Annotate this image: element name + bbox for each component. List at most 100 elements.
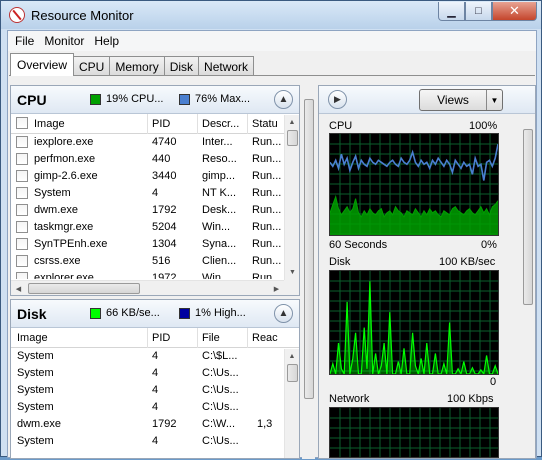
cpu-collapse-icon[interactable]: ▲ [274, 90, 293, 109]
disk-section: Disk 66 KB/se... 1% High... ▲ Image PID … [10, 299, 300, 459]
table-cell: Run... [252, 187, 282, 199]
maximize-button[interactable]: □ [465, 2, 492, 21]
process-checkbox[interactable] [16, 136, 28, 148]
column-divider[interactable] [197, 328, 198, 348]
column-divider[interactable] [147, 114, 148, 134]
table-cell: C:\W... [202, 418, 235, 430]
table-row[interactable]: dwm.exe 1792 C:\W... 1,3 [11, 416, 299, 433]
tab-memory[interactable]: Memory [109, 56, 165, 76]
graph-pane-scrollbar[interactable] [522, 115, 535, 458]
cpu-col-image[interactable]: Image [34, 118, 144, 130]
table-cell: 4 [152, 384, 159, 396]
network-graph-label: Network [329, 393, 370, 405]
scroll-down-arrow-icon[interactable]: ▼ [285, 265, 300, 280]
disk-col-image[interactable]: Image [17, 332, 137, 344]
left-pane-scrollbar[interactable] [302, 85, 315, 459]
table-row[interactable]: System 4 C:\Us... [11, 433, 299, 450]
scroll-left-arrow-icon[interactable]: ◀ [11, 281, 26, 296]
cpu-graph-time-label: 60 Seconds [329, 239, 388, 251]
process-checkbox[interactable] [16, 272, 28, 279]
scroll-thumb[interactable] [304, 99, 314, 399]
table-row[interactable]: System 4 C:\$L... [11, 348, 299, 365]
table-row[interactable]: csrss.exe 516 Clien... Run... [11, 253, 299, 270]
disk-column-headers: Image PID File Reac [11, 328, 299, 348]
cpu-col-status[interactable]: Statu [252, 118, 282, 130]
views-dropdown-button[interactable]: Views ▼ [419, 89, 503, 111]
series-area [330, 196, 498, 235]
chevron-down-icon: ▼ [486, 90, 502, 110]
cpu-col-description[interactable]: Descr... [202, 118, 244, 130]
disk-collapse-icon[interactable]: ▲ [274, 304, 293, 323]
table-row[interactable]: explorer.exe 1972 Win... Run... [11, 270, 299, 279]
process-checkbox[interactable] [16, 187, 28, 199]
series-area [330, 281, 498, 374]
tab-network[interactable]: Network [198, 56, 255, 76]
disk-col-pid[interactable]: PID [152, 332, 192, 344]
table-cell: perfmon.exe [34, 153, 96, 165]
table-cell: System [17, 435, 54, 447]
column-divider[interactable] [247, 114, 248, 134]
views-button-label: Views [437, 93, 469, 107]
table-cell: iexplore.exe [34, 136, 94, 148]
cpu-vertical-scrollbar[interactable]: ▲ ▼ [284, 115, 299, 280]
cpu-section: CPU 19% CPU... 76% Max... ▲ Image PID De… [10, 85, 300, 296]
cpu-usage-text: 19% CPU... [106, 93, 164, 105]
menu-help[interactable]: Help [89, 34, 124, 48]
process-checkbox[interactable] [16, 221, 28, 233]
disk-vertical-scrollbar[interactable]: ▲ [284, 349, 299, 458]
scroll-thumb[interactable] [287, 130, 298, 146]
close-button[interactable]: ✕ [492, 2, 537, 21]
cpu-usage-swatch [90, 93, 101, 105]
process-checkbox[interactable] [16, 204, 28, 216]
scroll-up-arrow-icon[interactable]: ▲ [285, 349, 299, 364]
disk-section-header[interactable]: Disk 66 KB/se... 1% High... ▲ [11, 300, 299, 328]
process-checkbox[interactable] [16, 238, 28, 250]
graph-pane-toolbar: ▶ Views ▼ [319, 86, 535, 114]
scroll-corner [284, 280, 299, 295]
process-checkbox[interactable] [16, 255, 28, 267]
tab-disk[interactable]: Disk [163, 56, 200, 76]
table-cell: Run... [252, 136, 282, 148]
table-row[interactable]: gimp-2.6.exe 3440 gimp... Run... [11, 168, 299, 185]
table-row[interactable]: System 4 C:\Us... [11, 382, 299, 399]
process-checkbox[interactable] [16, 170, 28, 182]
table-cell: Desk... [202, 204, 237, 216]
cpu-col-pid[interactable]: PID [152, 118, 192, 130]
title-bar[interactable]: Resource Monitor ▁ □ ✕ [1, 1, 541, 29]
disk-col-file[interactable]: File [202, 332, 244, 344]
scroll-thumb[interactable] [28, 283, 140, 294]
table-cell: 4 [152, 401, 159, 413]
menu-monitor[interactable]: Monitor [39, 34, 89, 48]
cpu-select-all-checkbox[interactable] [16, 117, 28, 129]
column-divider[interactable] [197, 114, 198, 134]
cpu-process-list: iexplore.exe 4740 Inter... Run... perfmon.ex… [11, 134, 299, 279]
scroll-up-arrow-icon[interactable]: ▲ [285, 115, 299, 130]
scroll-thumb[interactable] [287, 364, 298, 382]
table-cell: Run... [252, 153, 282, 165]
tab-overview[interactable]: Overview [10, 53, 75, 76]
table-row[interactable]: perfmon.exe 440 Reso... Run... [11, 151, 299, 168]
menu-file[interactable]: File [10, 34, 39, 48]
column-divider[interactable] [247, 328, 248, 348]
table-cell: 4 [152, 187, 159, 199]
expand-graphs-icon[interactable]: ▶ [328, 90, 347, 109]
table-row[interactable]: dwm.exe 1792 Desk... Run... [11, 202, 299, 219]
window-controls: ▁ □ ✕ [438, 2, 537, 22]
disk-col-read[interactable]: Reac [252, 332, 282, 344]
table-row[interactable]: System 4 C:\Us... [11, 399, 299, 416]
process-checkbox[interactable] [16, 153, 28, 165]
cpu-section-header[interactable]: CPU 19% CPU... 76% Max... ▲ [11, 86, 299, 114]
scroll-right-arrow-icon[interactable]: ▶ [269, 281, 284, 296]
tab-cpu[interactable]: CPU [73, 56, 111, 76]
scroll-thumb[interactable] [523, 129, 533, 305]
minimize-button[interactable]: ▁ [438, 2, 465, 21]
table-row[interactable]: System 4 NT K... Run... [11, 185, 299, 202]
table-cell: System [17, 384, 54, 396]
column-divider[interactable] [147, 328, 148, 348]
table-row[interactable]: taskmgr.exe 5204 Win... Run... [11, 219, 299, 236]
table-row[interactable]: System 4 C:\Us... [11, 365, 299, 382]
table-cell: System [17, 401, 54, 413]
cpu-horizontal-scrollbar[interactable]: ◀ ▶ [11, 280, 284, 295]
table-row[interactable]: SynTPEnh.exe 1304 Syna... Run... [11, 236, 299, 253]
table-row[interactable]: iexplore.exe 4740 Inter... Run... [11, 134, 299, 151]
